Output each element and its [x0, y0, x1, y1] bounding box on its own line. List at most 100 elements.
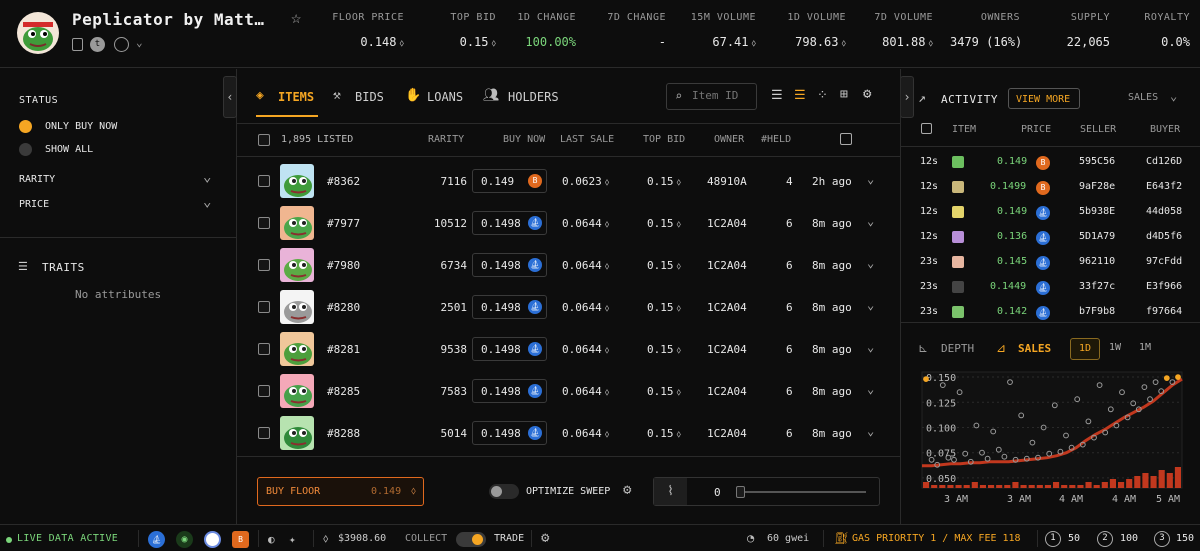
activity-row[interactable]: 12s 0.1499 B 9aF28e E643f2	[900, 175, 1200, 200]
seller-address[interactable]: b7F9b8	[1079, 306, 1115, 317]
small-grid-view-icon[interactable]: ⁘	[817, 88, 828, 103]
opensea-toggle-icon[interactable]: ⛵︎	[148, 531, 165, 548]
owner-address[interactable]: 1C2A04	[707, 427, 747, 440]
token-id[interactable]: #8280	[327, 301, 360, 314]
eye-icon[interactable]: ◉	[176, 531, 193, 548]
chevron-down-icon[interactable]: ⌄	[867, 172, 874, 186]
discord-icon[interactable]: ◐	[268, 533, 275, 546]
tab-depth[interactable]: ⊾ DEPTH	[918, 341, 983, 357]
collect-trade-toggle[interactable]	[456, 532, 486, 547]
settings-gear-icon[interactable]: ⚙	[863, 86, 871, 102]
buyer-address[interactable]: f97664	[1146, 306, 1182, 317]
row-checkbox[interactable]	[258, 301, 270, 313]
owner-address[interactable]: 1C2A04	[707, 343, 747, 356]
table-row[interactable]: #8285 7583 0.1498 ⛵︎ 0.0644 ⬨ 0.15 ⬨ 1C2A04 6 8m a…	[237, 370, 900, 412]
buyer-address[interactable]: Cd126D	[1146, 156, 1182, 167]
col-owner[interactable]: OWNER	[714, 134, 744, 145]
compact-list-view-icon[interactable]: ☰	[794, 88, 806, 103]
nft-thumbnail[interactable]	[280, 374, 314, 408]
status-option-show-all[interactable]: SHOW ALL	[19, 143, 199, 157]
item-thumbnail[interactable]	[952, 181, 964, 193]
token-id[interactable]: #8362	[327, 175, 360, 188]
looksrare-icon[interactable]	[204, 531, 221, 548]
table-row[interactable]: #8281 9538 0.1498 ⛵︎ 0.0644 ⬨ 0.15 ⬨ 1C2A04 6 8m a…	[237, 328, 900, 370]
token-id[interactable]: #7980	[327, 259, 360, 272]
nft-thumbnail[interactable]	[280, 332, 314, 366]
chevron-down-icon[interactable]: ⌄	[867, 424, 874, 438]
table-row[interactable]: #8280 2501 0.1498 ⛵︎ 0.0644 ⬨ 0.15 ⬨ 1C2A04 6 8m a…	[237, 286, 900, 328]
activity-row[interactable]: 12s 0.149 B 595C56 Cd126D	[900, 150, 1200, 175]
favorite-star-icon[interactable]: ☆	[291, 8, 301, 28]
trade-label[interactable]: TRADE	[494, 533, 524, 544]
buyer-address[interactable]: E3f966	[1146, 281, 1182, 292]
activity-row[interactable]: 12s 0.149 ⛵︎ 5b938E 44d058	[900, 200, 1200, 225]
buyer-address[interactable]: d4D5f6	[1146, 231, 1182, 242]
buy-now-button[interactable]: 0.1498 ⛵︎	[472, 211, 547, 235]
row-checkbox[interactable]	[258, 217, 270, 229]
activity-filter-dropdown[interactable]: SALES ⌄	[1128, 89, 1188, 106]
tab-loans[interactable]: ✋ LOANS	[405, 88, 475, 108]
activity-row[interactable]: 12s 0.136 ⛵︎ 5D1A79 d4D5f6	[900, 225, 1200, 250]
list-view-icon[interactable]: ☰	[771, 88, 783, 103]
owner-address[interactable]: 48910A	[707, 175, 747, 188]
item-thumbnail[interactable]	[952, 206, 964, 218]
nft-thumbnail[interactable]	[280, 164, 314, 198]
sales-chart[interactable]: 0.1500.1250.1000.0750.0503 AM 3 AM 4 AM 4 A…	[918, 366, 1184, 522]
owner-address[interactable]: 1C2A04	[707, 259, 747, 272]
sweep-settings-gear-icon[interactable]: ⚙	[623, 482, 631, 498]
settings-gear-icon[interactable]: ⚙	[541, 530, 549, 546]
buy-now-button[interactable]: 0.1498 ⛵︎	[472, 379, 547, 403]
twitter-icon[interactable]: t	[90, 37, 105, 52]
optimize-sweep-toggle[interactable]	[489, 484, 519, 499]
chevron-down-icon[interactable]: ⌄	[867, 256, 874, 270]
col-held[interactable]: #HELD	[761, 134, 791, 145]
view-more-button[interactable]: VIEW MORE	[1008, 88, 1080, 109]
twitter-icon[interactable]: ✦	[289, 533, 296, 546]
item-search[interactable]: ⌕	[666, 83, 757, 110]
seller-address[interactable]: 595C56	[1079, 156, 1115, 167]
seller-address[interactable]: 5b938E	[1079, 206, 1115, 217]
item-thumbnail[interactable]	[952, 256, 964, 268]
chevron-down-icon[interactable]: ⌄	[867, 382, 874, 396]
tab-bids[interactable]: ⚒ BIDS	[333, 88, 393, 108]
col-buy-now[interactable]: BUY NOW	[503, 134, 545, 145]
seller-address[interactable]: 962110	[1079, 256, 1115, 267]
clock-icon[interactable]	[840, 133, 852, 145]
seller-address[interactable]: 33f27c	[1079, 281, 1115, 292]
item-thumbnail[interactable]	[952, 231, 964, 243]
quick-buy-3[interactable]: 3 150	[1154, 531, 1200, 548]
range-1d[interactable]: 1D	[1070, 338, 1100, 360]
buyer-address[interactable]: 44d058	[1146, 206, 1182, 217]
website-globe-icon[interactable]	[114, 37, 129, 52]
nft-thumbnail[interactable]	[280, 206, 314, 240]
nft-thumbnail[interactable]	[280, 416, 314, 450]
buyer-address[interactable]: 97cFdd	[1146, 256, 1182, 267]
item-thumbnail[interactable]	[952, 156, 964, 168]
copy-icon[interactable]	[72, 38, 83, 51]
activity-row[interactable]: 23s 0.1449 ⛵︎ 33f27c E3f966	[900, 275, 1200, 300]
nft-thumbnail[interactable]	[280, 248, 314, 282]
owner-address[interactable]: 1C2A04	[707, 301, 747, 314]
large-grid-view-icon[interactable]: ⊞	[840, 87, 848, 102]
token-id[interactable]: #8281	[327, 343, 360, 356]
status-option-buy-now[interactable]: ONLY BUY NOW	[19, 120, 199, 134]
token-id[interactable]: #8285	[327, 385, 360, 398]
range-1w[interactable]: 1W	[1100, 338, 1130, 360]
buy-now-button[interactable]: 0.1498 ⛵︎	[472, 421, 547, 445]
quick-buy-1[interactable]: 1 50	[1045, 531, 1090, 548]
collapse-left-button[interactable]: ‹	[223, 76, 237, 118]
tab-items[interactable]: ◈ ITEMS	[256, 88, 320, 108]
table-row[interactable]: #8288 5014 0.1498 ⛵︎ 0.0644 ⬨ 0.15 ⬨ 1C2A04 6 8m a…	[237, 412, 900, 454]
collect-label[interactable]: COLLECT	[405, 533, 447, 544]
chevron-down-icon[interactable]: ⌄	[867, 340, 874, 354]
price-filter[interactable]: PRICE ⌄	[19, 194, 219, 213]
item-thumbnail[interactable]	[952, 306, 964, 318]
owner-address[interactable]: 1C2A04	[707, 217, 747, 230]
range-1m[interactable]: 1M	[1130, 338, 1160, 360]
tab-holders[interactable]: 👥︎ HOLDERS	[483, 88, 573, 108]
col-top-bid[interactable]: TOP BID	[643, 134, 685, 145]
seller-address[interactable]: 5D1A79	[1079, 231, 1115, 242]
item-thumbnail[interactable]	[952, 281, 964, 293]
table-row[interactable]: #7977 10512 0.1498 ⛵︎ 0.0644 ⬨ 0.15 ⬨ 1C2A04 6 8m …	[237, 202, 900, 244]
chevron-down-icon[interactable]: ⌄	[867, 214, 874, 228]
